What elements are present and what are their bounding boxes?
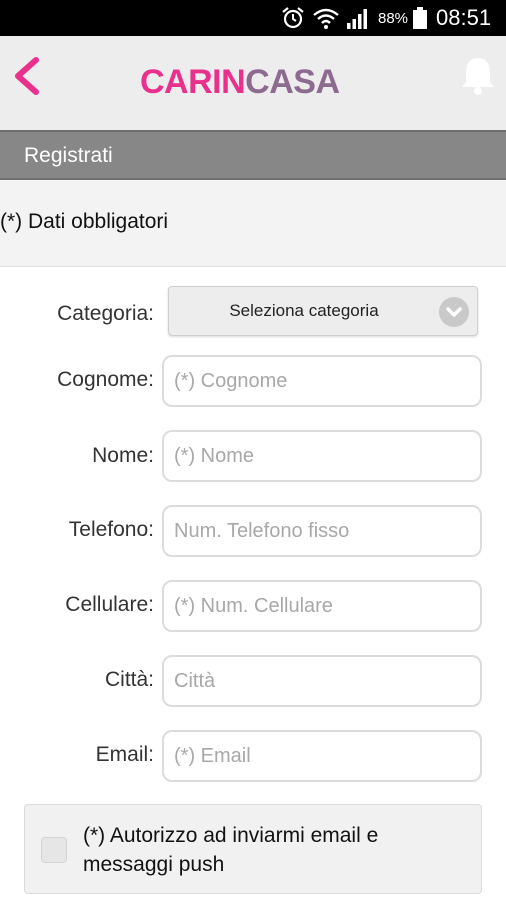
cognome-label: Cognome: [57, 368, 154, 391]
consent-label: (*) Autorizzo ad inviarmi email e messag… [83, 824, 379, 876]
battery-icon [413, 7, 427, 29]
app-bar: CARINCASA [0, 36, 506, 130]
email-input[interactable] [162, 730, 482, 782]
category-select[interactable]: Seleziona categoria [168, 286, 478, 336]
clock: 08:51 [436, 5, 492, 30]
citta-label: Città: [104, 668, 154, 691]
required-note: (*) Dati obbligatori [0, 210, 169, 233]
telefono-label: Telefono: [68, 518, 154, 541]
alarm-icon [282, 7, 304, 29]
category-select-value: Seleziona categoria [229, 301, 379, 320]
section-title: Registrati [24, 144, 113, 167]
bell-icon[interactable] [458, 54, 498, 96]
status-bar: 88% 08:51 [0, 0, 506, 36]
logo-part-carin: CARIN [140, 63, 246, 101]
email-label: Email: [95, 743, 154, 766]
telefono-input[interactable] [162, 505, 482, 557]
section-header: Registrati [0, 130, 506, 180]
cellulare-input[interactable] [162, 580, 482, 632]
cellulare-label: Cellulare: [65, 593, 154, 616]
consent-box: (*) Autorizzo ad inviarmi email e messag… [24, 804, 482, 894]
chevron-down-icon [439, 297, 469, 327]
wifi-icon [313, 8, 339, 29]
logo-part-casa: CASA [245, 63, 340, 101]
signal-icon [347, 9, 367, 29]
consent-checkbox[interactable] [41, 837, 67, 863]
category-label: Categoria: [57, 302, 154, 325]
brand-logo: CARINCASA [140, 63, 340, 102]
cognome-input[interactable] [162, 355, 482, 407]
nome-input[interactable] [162, 430, 482, 482]
back-arrow-icon[interactable] [10, 54, 46, 98]
nome-label: Nome: [92, 444, 154, 467]
battery-percent: 88% [378, 10, 409, 27]
citta-input[interactable] [162, 655, 482, 707]
